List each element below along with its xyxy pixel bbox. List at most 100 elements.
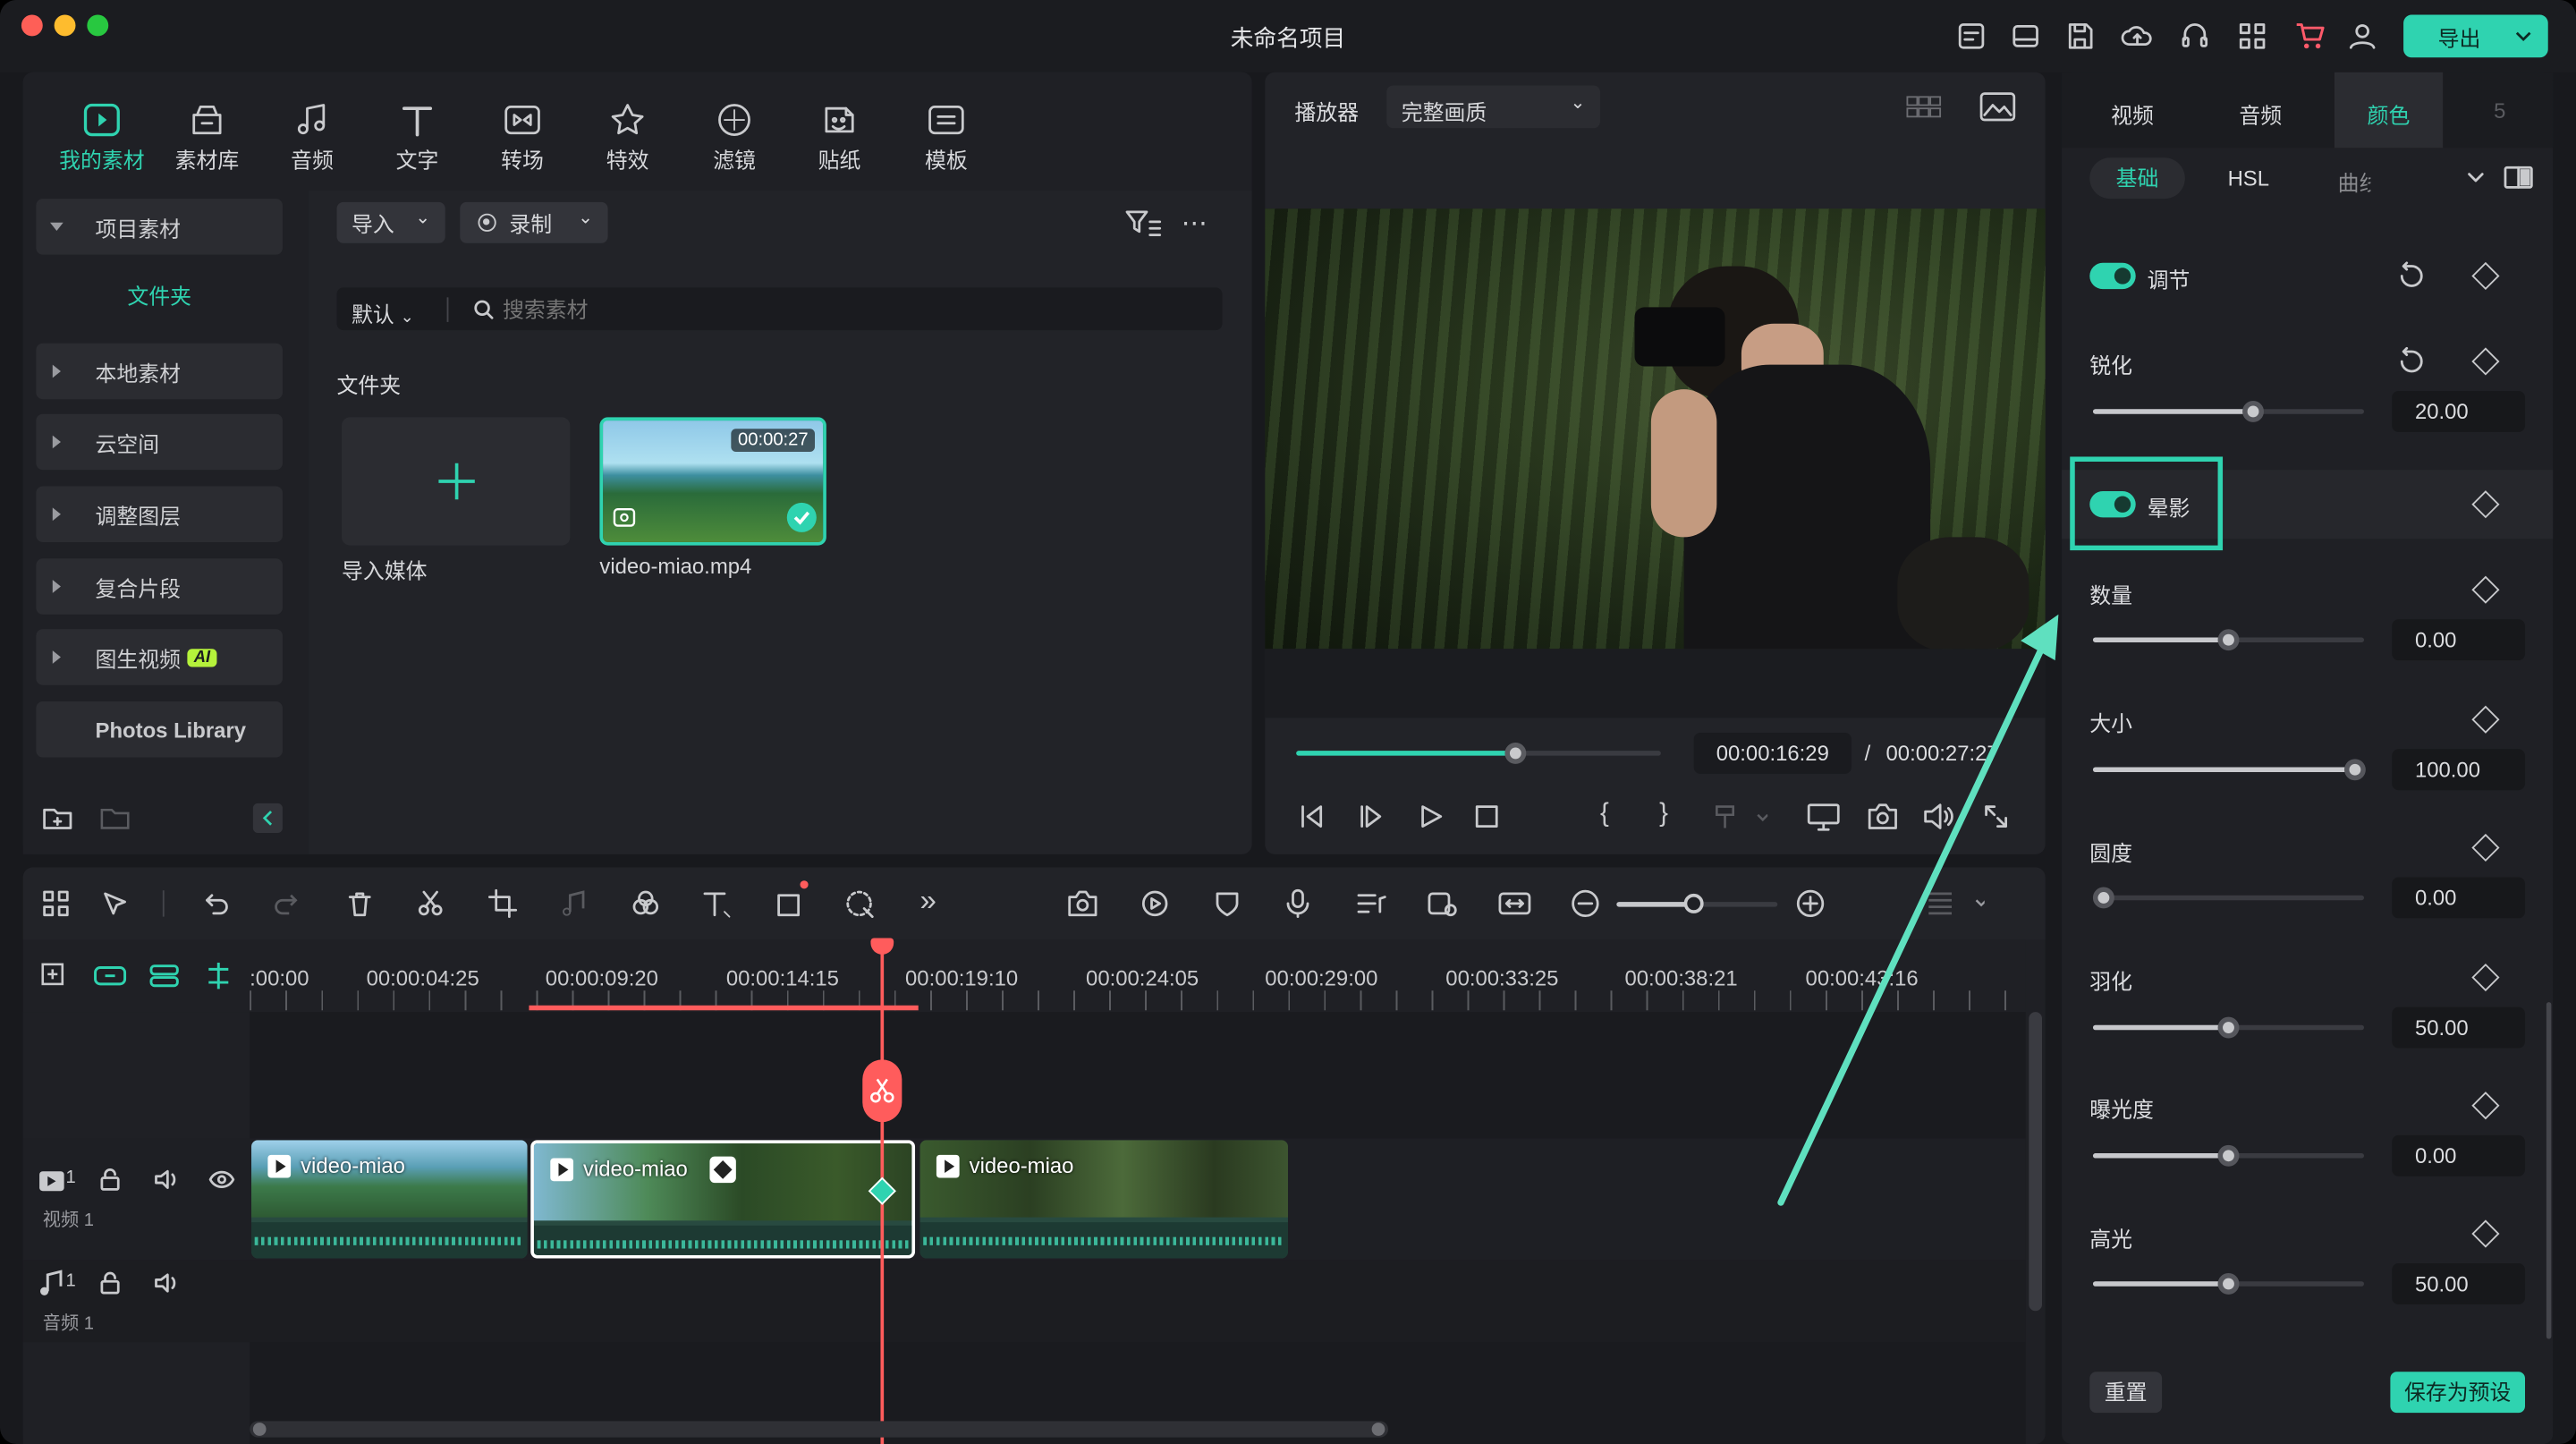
add-camera-icon[interactable]	[1066, 888, 1099, 918]
more-options-icon[interactable]: ⋯	[1182, 207, 1209, 240]
amount-value[interactable]: 0.00	[2392, 619, 2526, 661]
select-tool-icon[interactable]	[100, 888, 130, 918]
feather-slider[interactable]	[2092, 1016, 2365, 1039]
playback-progress[interactable]	[1296, 742, 1661, 764]
rectangle-record-icon[interactable]	[775, 888, 809, 918]
fit-width-icon[interactable]	[1498, 888, 1531, 918]
layout-grid-icon[interactable]	[41, 888, 71, 918]
ai-select-icon[interactable]	[844, 888, 877, 918]
magnetic-track-icon[interactable]	[148, 961, 181, 990]
more-tools-icon[interactable]: »	[920, 884, 936, 919]
tab-stock-media[interactable]: 素材库	[159, 102, 255, 174]
lock-icon[interactable]	[98, 1168, 122, 1192]
tab-my-media[interactable]: 我的素材	[55, 102, 150, 174]
size-slider[interactable]	[2092, 759, 2366, 781]
delete-icon[interactable]	[345, 888, 375, 918]
quality-dropdown[interactable]: 完整画质 ⌄	[1386, 85, 1600, 129]
tab-audio[interactable]: 音频	[265, 102, 360, 174]
apps-grid-icon[interactable]	[2236, 20, 2269, 53]
project-info-icon[interactable]	[1955, 20, 1988, 53]
add-track-icon[interactable]	[39, 961, 69, 990]
sort-dropdown[interactable]: 默认 ⌄	[352, 297, 414, 328]
compare-view-icon[interactable]	[2504, 166, 2533, 189]
mark-out-icon[interactable]: }	[1659, 800, 1668, 829]
mark-in-icon[interactable]: {	[1600, 800, 1609, 829]
subtab-hsl[interactable]: HSL	[2228, 166, 2269, 191]
lock-icon[interactable]	[98, 1271, 122, 1295]
export-button[interactable]: 导出	[2403, 14, 2548, 58]
image-icon[interactable]	[1979, 92, 2016, 122]
slider-handle[interactable]	[2242, 401, 2264, 422]
size-value[interactable]: 100.00	[2392, 749, 2526, 791]
reset-icon[interactable]	[2397, 261, 2427, 291]
timeline-clip-selected[interactable]: video-miao	[530, 1140, 916, 1259]
grid-view-icon[interactable]	[1906, 95, 1942, 118]
shopping-cart-icon[interactable]	[2293, 20, 2326, 53]
speaker-icon[interactable]	[155, 1168, 181, 1192]
stop-icon[interactable]	[1472, 802, 1502, 831]
sidebar-item-folder[interactable]: 文件夹	[36, 279, 283, 319]
layout-icon[interactable]	[2009, 20, 2042, 53]
sidebar-item-adjustment-layer[interactable]: 调整图层	[36, 486, 283, 542]
sidebar-item-local-media[interactable]: 本地素材	[36, 343, 283, 400]
sharpen-value[interactable]: 20.00	[2392, 391, 2526, 432]
microphone-icon[interactable]	[1283, 888, 1312, 918]
timeline-clip[interactable]: video-miao	[919, 1140, 1288, 1259]
roundness-slider[interactable]	[2092, 887, 2365, 909]
zoom-slider[interactable]	[1616, 893, 1778, 913]
account-icon[interactable]	[2346, 20, 2379, 53]
auto-fit-icon[interactable]	[1426, 888, 1459, 918]
horizontal-scrollbar[interactable]	[250, 1421, 1389, 1438]
crop-icon[interactable]	[487, 888, 518, 918]
slider-handle[interactable]	[2217, 1144, 2240, 1167]
import-media-tile[interactable]	[342, 417, 571, 546]
zoom-handle[interactable]	[1683, 893, 1704, 913]
record-dropdown[interactable]: 录制 ⌄	[460, 201, 608, 243]
feather-value[interactable]: 50.00	[2392, 1007, 2526, 1049]
sidebar-item-cloud[interactable]: 云空间	[36, 413, 283, 471]
cloud-upload-icon[interactable]	[2121, 20, 2154, 53]
previous-frame-icon[interactable]	[1298, 802, 1327, 831]
color-icon[interactable]	[631, 888, 660, 918]
zoom-out-icon[interactable]	[1571, 888, 1600, 918]
sidebar-item-image-to-video[interactable]: 图生视频 AI	[36, 629, 283, 685]
speed-icon[interactable]	[1140, 888, 1170, 918]
filter-sort-icon[interactable]	[1125, 208, 1162, 238]
tab-video[interactable]: 视频	[2111, 98, 2154, 130]
shield-icon[interactable]	[1212, 888, 1241, 918]
media-clip-thumbnail[interactable]: 00:00:27	[599, 417, 826, 546]
split-button[interactable]	[862, 1059, 902, 1123]
exposure-value[interactable]: 0.00	[2392, 1134, 2526, 1176]
tab-color[interactable]: 颜色	[2334, 72, 2444, 149]
play-icon[interactable]	[1416, 802, 1445, 831]
timeline-clip[interactable]: video-miao	[251, 1140, 528, 1259]
tab-templates[interactable]: 模板	[899, 102, 995, 174]
slider-handle[interactable]	[2217, 1016, 2240, 1039]
exposure-slider[interactable]	[2092, 1144, 2365, 1167]
video-preview[interactable]	[1265, 208, 2046, 650]
sharpen-slider[interactable]	[2092, 401, 2365, 422]
slider-handle[interactable]	[2092, 887, 2114, 909]
vignette-toggle[interactable]	[2089, 491, 2136, 518]
roundness-value[interactable]: 0.00	[2392, 877, 2526, 919]
tab-filters[interactable]: 滤镜	[687, 102, 783, 174]
highlight-slider[interactable]	[2092, 1273, 2365, 1295]
snap-icon[interactable]	[202, 961, 235, 990]
text-tool-icon[interactable]	[701, 888, 734, 918]
reset-icon[interactable]	[2397, 346, 2427, 376]
properties-scrollbar[interactable]	[2546, 1002, 2552, 1339]
subtab-basic[interactable]: 基础	[2089, 157, 2185, 200]
save-icon[interactable]	[2063, 20, 2097, 53]
tab-text[interactable]: 文字	[369, 102, 465, 174]
highlight-value[interactable]: 50.00	[2392, 1263, 2526, 1304]
link-icon[interactable]	[94, 961, 127, 990]
amount-slider[interactable]	[2092, 629, 2365, 651]
tab-stickers[interactable]: 贴纸	[792, 102, 887, 174]
slider-handle[interactable]	[2217, 629, 2240, 651]
new-folder-icon[interactable]	[43, 805, 72, 831]
tab-transitions[interactable]: 转场	[475, 102, 571, 174]
support-headset-icon[interactable]	[2178, 20, 2211, 53]
search-input[interactable]	[503, 292, 1193, 326]
scissors-icon[interactable]	[416, 888, 445, 918]
sidebar-item-compound-clip[interactable]: 复合片段	[36, 558, 283, 615]
